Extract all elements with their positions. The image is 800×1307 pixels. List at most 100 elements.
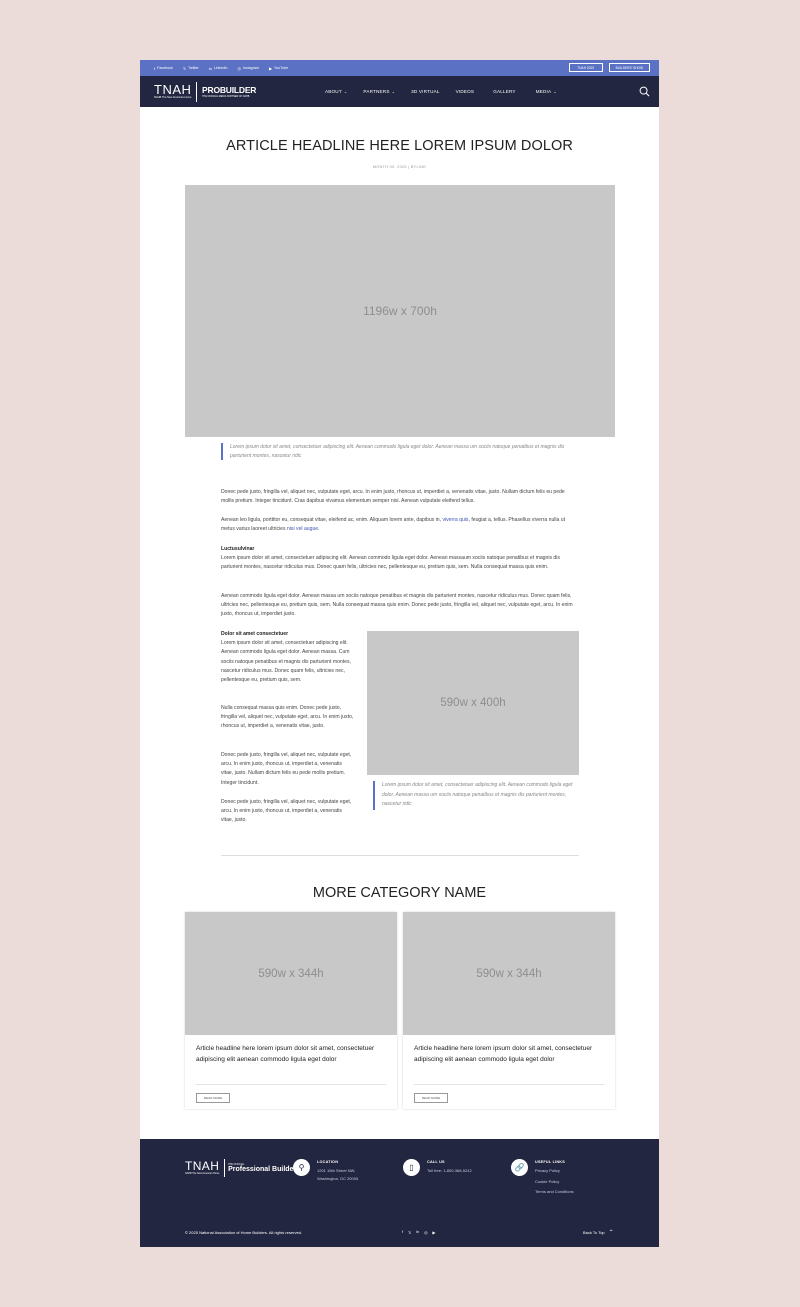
chevron-up-icon: ⌃ [608, 1230, 614, 1236]
article-card[interactable]: 590w x 344h Article headline here lorem … [185, 912, 397, 1109]
column-paragraph-2: Nulla consequat massa quis enim. Donec p… [221, 705, 354, 730]
read-more-button[interactable]: READ MORE [414, 1093, 448, 1103]
card-title[interactable]: Article headline here lorem ipsum dolor … [196, 1044, 391, 1065]
utility-bar: f Facebook 𝕏 Twitter in LinkedIn ◎ Instagram… [140, 60, 659, 76]
link-icon: 🔗 [511, 1159, 528, 1176]
more-category-title: MORE CATEGORY NAME [312, 885, 487, 901]
tnah-logo: TNAH NAHB The New American Home [154, 82, 192, 99]
footer-logo[interactable]: TNAH NAHB The New American Home THE OFFI… [185, 1159, 296, 1177]
card-image-placeholder: 590w x 344h [185, 912, 397, 1035]
page: f Facebook 𝕏 Twitter in LinkedIn ◎ Instagram… [140, 60, 659, 1247]
youtube-icon: ▶ [268, 65, 273, 71]
inline-caption: Lorem ipsum dolor sit amet, consectetuer… [373, 781, 573, 811]
inline-image-size-label: 590w x 400h [440, 697, 506, 709]
tnah-button[interactable]: TNAH 2025 [568, 63, 603, 72]
card-image-placeholder: 590w x 344h [403, 912, 615, 1035]
location-heading: LOCATION [317, 1160, 339, 1164]
footer-tnah-wordmark: TNAH [185, 1159, 220, 1173]
section-divider [221, 855, 579, 856]
column-paragraph-1: Lorem ipsum dolor sit amet, consectetuer… [221, 640, 351, 684]
subheading-luctus: Luctusulvinar [221, 546, 255, 552]
nav-links: ABOUT ⌄ PARTNERS ⌄ 3D VIRTUAL VIDEOS GALLE… [325, 76, 573, 107]
cookie-policy-link[interactable]: Cookie Policy [535, 1177, 574, 1188]
footer-location: ⚲ LOCATION 1201 15th Street NW, Washingt… [293, 1159, 358, 1182]
linkedin-link[interactable]: in LinkedIn [209, 66, 228, 71]
location-line-2: Washington, DC 20005 [317, 1176, 359, 1181]
nav-videos[interactable]: VIDEOS [456, 89, 475, 94]
facebook-label: Facebook [157, 66, 173, 70]
viverra-quis-link[interactable]: viverra quis [442, 517, 468, 523]
linkedin-icon: in [208, 65, 212, 71]
tnah-wordmark: TNAH [154, 82, 192, 97]
location-line-1: 1201 15th Street NW, [317, 1168, 356, 1173]
subheading-section: Luctusulvinar Lorem ipsum dolor sit amet,… [221, 545, 578, 573]
location-pin-icon: ⚲ [293, 1159, 310, 1176]
linkedin-icon[interactable]: in [416, 1230, 419, 1235]
builders-show-button[interactable]: BUILDERS' SHOW [608, 63, 650, 72]
card-title[interactable]: Article headline here lorem ipsum dolor … [414, 1044, 609, 1065]
paragraph-2-text-c: . [318, 526, 320, 533]
linkedin-label: LinkedIn [213, 66, 228, 70]
footer-pro-logo: THE OFFICIAL Professional Builder [228, 1163, 296, 1174]
column-paragraph-3: Donec pede justo, fringilla vel, aliquet… [221, 752, 352, 786]
article-card[interactable]: 590w x 344h Article headline here lorem … [403, 912, 615, 1109]
facebook-icon[interactable]: f [402, 1230, 403, 1235]
footer-logo-divider [223, 1159, 225, 1177]
hero-caption: Lorem ipsum dolor sit amet, consectetuer… [221, 443, 576, 460]
main-nav: TNAH NAHB The New American Home PROBUILD… [140, 76, 659, 107]
useful-links-heading: USEFUL LINKS [535, 1160, 565, 1164]
nav-media-label: MEDIA [535, 89, 552, 94]
youtube-label: YouTube [274, 66, 289, 70]
copyright: © 2025 National Association of Home Buil… [185, 1230, 303, 1235]
article-meta: MONTH 00, 2025 | BYLINE [372, 165, 427, 169]
twitter-label: Twitter [188, 66, 199, 70]
card-divider [414, 1084, 604, 1085]
nav-videos-label: VIDEOS [455, 89, 475, 94]
probuilder-logo: PROBUILDER THE OFFICIAL MEDIA PARTNER OF… [202, 84, 257, 98]
column-text: Dolor sit amet consectetuer Lorem ipsum … [221, 630, 354, 685]
twitter-link[interactable]: 𝕏 Twitter [183, 66, 199, 71]
read-more-button[interactable]: READ MORE [196, 1093, 230, 1103]
nav-3d-virtual[interactable]: 3D VIRTUAL [411, 89, 439, 94]
nisi-vel-augue-link[interactable]: nisi vel augue [287, 526, 318, 532]
probuilder-wordmark: PROBUILDER [202, 84, 257, 95]
paragraph-4: Aenean commodo ligula eget dolor. Aenean… [221, 593, 573, 618]
instagram-icon[interactable]: ◎ [424, 1230, 427, 1235]
facebook-link[interactable]: f Facebook [154, 66, 173, 71]
twitter-x-icon: 𝕏 [182, 65, 187, 71]
footer-tnah-logo: TNAH NAHB The New American Home [185, 1159, 220, 1175]
chevron-down-icon: ⌄ [391, 89, 396, 94]
back-to-top-label: Back To Top [583, 1230, 605, 1235]
youtube-icon[interactable]: ▶ [432, 1230, 435, 1235]
back-to-top-link[interactable]: Back To Top ⌃ [583, 1229, 614, 1236]
hero-image-size-label: 1196w x 700h [363, 304, 437, 318]
phone-number-link[interactable]: Toll free: 1-800-368-5242 [427, 1166, 472, 1176]
chevron-down-icon: ⌄ [343, 89, 348, 94]
nav-gallery[interactable]: GALLERY [493, 89, 516, 94]
nav-about[interactable]: ABOUT ⌄ [325, 89, 347, 94]
nav-media[interactable]: MEDIA ⌄ [536, 89, 557, 94]
nav-partners[interactable]: PARTNERS ⌄ [363, 89, 395, 94]
paragraph-1: Donec pede justo, fringilla vel, aliquet… [221, 489, 565, 505]
twitter-x-icon[interactable]: 𝕏 [408, 1230, 411, 1235]
call-heading: CALL US [427, 1160, 445, 1164]
instagram-link[interactable]: ◎ Instagram [237, 66, 258, 71]
footer-call: ▯ CALL US Toll free: 1-800-368-5242 [403, 1159, 472, 1176]
privacy-policy-link[interactable]: Privacy Policy [535, 1166, 574, 1177]
site-logo[interactable]: TNAH NAHB The New American Home PROBUILD… [154, 81, 257, 102]
nav-gallery-label: GALLERY [493, 89, 516, 94]
paragraph-2: Aenean leo ligula, porttitor eu, consequ… [221, 516, 578, 534]
tnah-tagline: NAHB The New American Home [154, 96, 192, 99]
site-footer: TNAH NAHB The New American Home THE OFFI… [140, 1139, 659, 1247]
subheading-dolor: Dolor sit amet consectetuer [221, 631, 289, 637]
card-image-size-label: 590w x 344h [476, 967, 542, 980]
youtube-link[interactable]: ▶ YouTube [269, 66, 288, 71]
instagram-icon: ◎ [237, 65, 241, 71]
terms-link[interactable]: Terms and Conditions [535, 1187, 574, 1198]
logo-divider [196, 81, 198, 102]
search-icon[interactable] [639, 86, 650, 97]
footer-links: 🔗 USEFUL LINKS Privacy Policy Cookie Pol… [511, 1159, 574, 1198]
facebook-icon: f [154, 65, 156, 71]
article-headline: ARTICLE HEADLINE HERE LOREM IPSUM DOLOR [226, 138, 573, 154]
instagram-label: Instagram [242, 66, 259, 70]
